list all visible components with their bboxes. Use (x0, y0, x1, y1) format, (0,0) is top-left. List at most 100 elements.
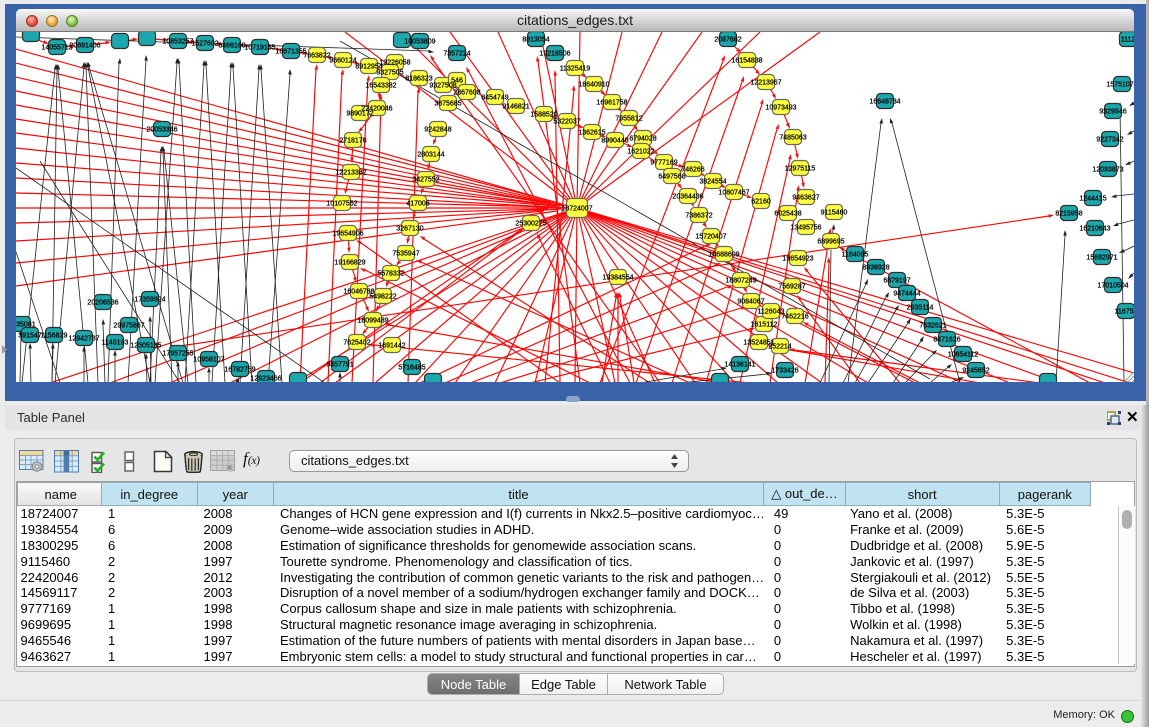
svg-text:9327505: 9327505 (376, 70, 403, 77)
svg-text:10053809: 10053809 (404, 39, 435, 46)
svg-text:7663822: 7663822 (303, 53, 330, 60)
svg-text:9890172: 9890172 (346, 111, 373, 118)
svg-text:8466160: 8466160 (218, 43, 245, 50)
svg-text:391547: 391547 (18, 333, 41, 340)
svg-text:9084067: 9084067 (737, 299, 764, 306)
svg-text:16210643: 16210643 (1079, 226, 1110, 233)
svg-text:9777169: 9777169 (650, 160, 677, 167)
svg-text:9660124: 9660124 (329, 58, 356, 65)
svg-text:1112: 1112 (1121, 37, 1134, 44)
svg-text:19384554: 19384554 (602, 275, 633, 282)
svg-text:62160: 62160 (751, 199, 771, 206)
svg-text:546: 546 (451, 78, 463, 85)
svg-text:17010504: 17010504 (1097, 283, 1128, 290)
svg-text:1615112: 1615112 (751, 322, 778, 329)
svg-text:1164095: 1164095 (842, 252, 869, 259)
svg-text:16671355: 16671355 (275, 49, 306, 56)
svg-text:2867608: 2867608 (453, 90, 480, 97)
svg-text:12213967: 12213967 (750, 80, 781, 87)
svg-text:8186323: 8186323 (405, 76, 432, 83)
svg-text:20206536: 20206536 (87, 300, 118, 307)
svg-text:18640910: 18640910 (578, 82, 609, 89)
svg-text:7386372: 7386372 (685, 213, 712, 220)
svg-text:6879197: 6879197 (883, 278, 910, 285)
svg-text:10958107: 10958107 (193, 357, 224, 364)
svg-text:116753: 116753 (1115, 309, 1134, 316)
svg-text:19218506: 19218506 (539, 51, 570, 58)
svg-text:8454749: 8454749 (481, 95, 508, 102)
svg-text:6899695: 6899695 (817, 239, 844, 246)
svg-text:19166829: 19166829 (334, 260, 365, 267)
svg-text:1156829: 1156829 (41, 333, 68, 340)
svg-text:1733426: 1733426 (771, 368, 798, 375)
svg-text:25300275: 25300275 (515, 221, 546, 228)
svg-text:8215958: 8215958 (1055, 211, 1082, 218)
svg-text:17957255: 17957255 (162, 351, 193, 358)
svg-text:19654923: 19654923 (782, 256, 813, 263)
svg-text:9474444: 9474444 (893, 291, 920, 298)
svg-text:6025438: 6025438 (774, 211, 801, 218)
svg-text:14136141: 14136141 (724, 362, 755, 369)
svg-text:19654906: 19654906 (332, 231, 363, 238)
svg-text:1691442: 1691442 (378, 343, 405, 350)
svg-text:9227342: 9227342 (1096, 137, 1123, 144)
svg-text:8938928: 8938928 (862, 265, 889, 272)
svg-text:8813054: 8813054 (522, 37, 549, 44)
svg-text:3427552: 3427552 (412, 177, 439, 184)
svg-text:29975867: 29975867 (113, 323, 144, 330)
svg-text:20364436: 20364436 (672, 194, 703, 201)
svg-text:3875685: 3875685 (434, 101, 461, 108)
svg-text:1145193: 1145193 (102, 340, 129, 347)
svg-text:1621022: 1621022 (627, 149, 654, 156)
svg-text:15751074: 15751074 (1106, 82, 1134, 89)
svg-text:16961758: 16961758 (596, 100, 627, 107)
svg-text:10807467: 10807467 (718, 190, 749, 197)
svg-text:5578332: 5578332 (377, 271, 404, 278)
svg-text:16543382: 16543382 (365, 83, 396, 90)
svg-text:7955812: 7955812 (615, 116, 642, 123)
svg-text:9457791: 9457791 (326, 362, 353, 369)
svg-text:9242848: 9242848 (424, 127, 451, 134)
svg-text:20691406: 20691406 (69, 43, 100, 50)
svg-text:1244415: 1244415 (1079, 196, 1106, 203)
svg-text:16782759: 16782759 (224, 367, 255, 374)
svg-text:6794028: 6794028 (629, 136, 656, 143)
svg-text:10654112: 10654112 (948, 352, 979, 359)
svg-text:17359924: 17359924 (134, 297, 165, 304)
svg-text:10853257: 10853257 (162, 39, 193, 46)
svg-text:16648784: 16648784 (869, 99, 900, 106)
svg-text:7625402: 7625402 (343, 340, 370, 347)
svg-text:15692971: 15692971 (1086, 255, 1117, 262)
svg-text:746266: 746266 (681, 167, 704, 174)
svg-text:7569287: 7569287 (778, 284, 805, 291)
svg-text:12923466: 12923466 (250, 376, 281, 383)
svg-text:12505135: 12505135 (130, 343, 161, 350)
svg-text:1126043: 1126043 (758, 309, 785, 316)
svg-text:1335061: 1335061 (16, 322, 36, 329)
svg-text:7485063: 7485063 (779, 135, 806, 142)
svg-text:12975115: 12975115 (785, 166, 816, 173)
svg-text:5498222: 5498222 (369, 294, 396, 301)
svg-text:8471626: 8471626 (933, 337, 960, 344)
svg-text:11325419: 11325419 (560, 66, 591, 73)
svg-text:1588520: 1588520 (530, 112, 557, 119)
svg-text:16154838: 16154838 (731, 58, 762, 65)
svg-text:2935114: 2935114 (907, 305, 934, 312)
svg-text:18724007: 18724007 (561, 206, 592, 213)
svg-text:5716485: 5716485 (398, 365, 425, 372)
svg-text:9463627: 9463627 (792, 195, 819, 202)
svg-text:417006: 417006 (406, 201, 429, 208)
svg-text:9115460: 9115460 (821, 210, 848, 217)
svg-text:2718176: 2718176 (339, 138, 366, 145)
svg-text:1362615: 1362615 (578, 130, 605, 137)
svg-text:10973493: 10973493 (765, 105, 796, 112)
svg-text:7462216: 7462216 (781, 314, 808, 321)
svg-text:6497568: 6497568 (658, 174, 685, 181)
svg-text:13226058: 13226058 (379, 60, 410, 67)
svg-text:20053346: 20053346 (146, 127, 177, 134)
svg-text:1527602: 1527602 (191, 41, 218, 48)
svg-text:12213382: 12213382 (335, 170, 366, 177)
svg-text:252214: 252214 (768, 344, 791, 351)
svg-text:9245652: 9245652 (962, 368, 989, 375)
svg-text:2803144: 2803144 (417, 152, 444, 159)
